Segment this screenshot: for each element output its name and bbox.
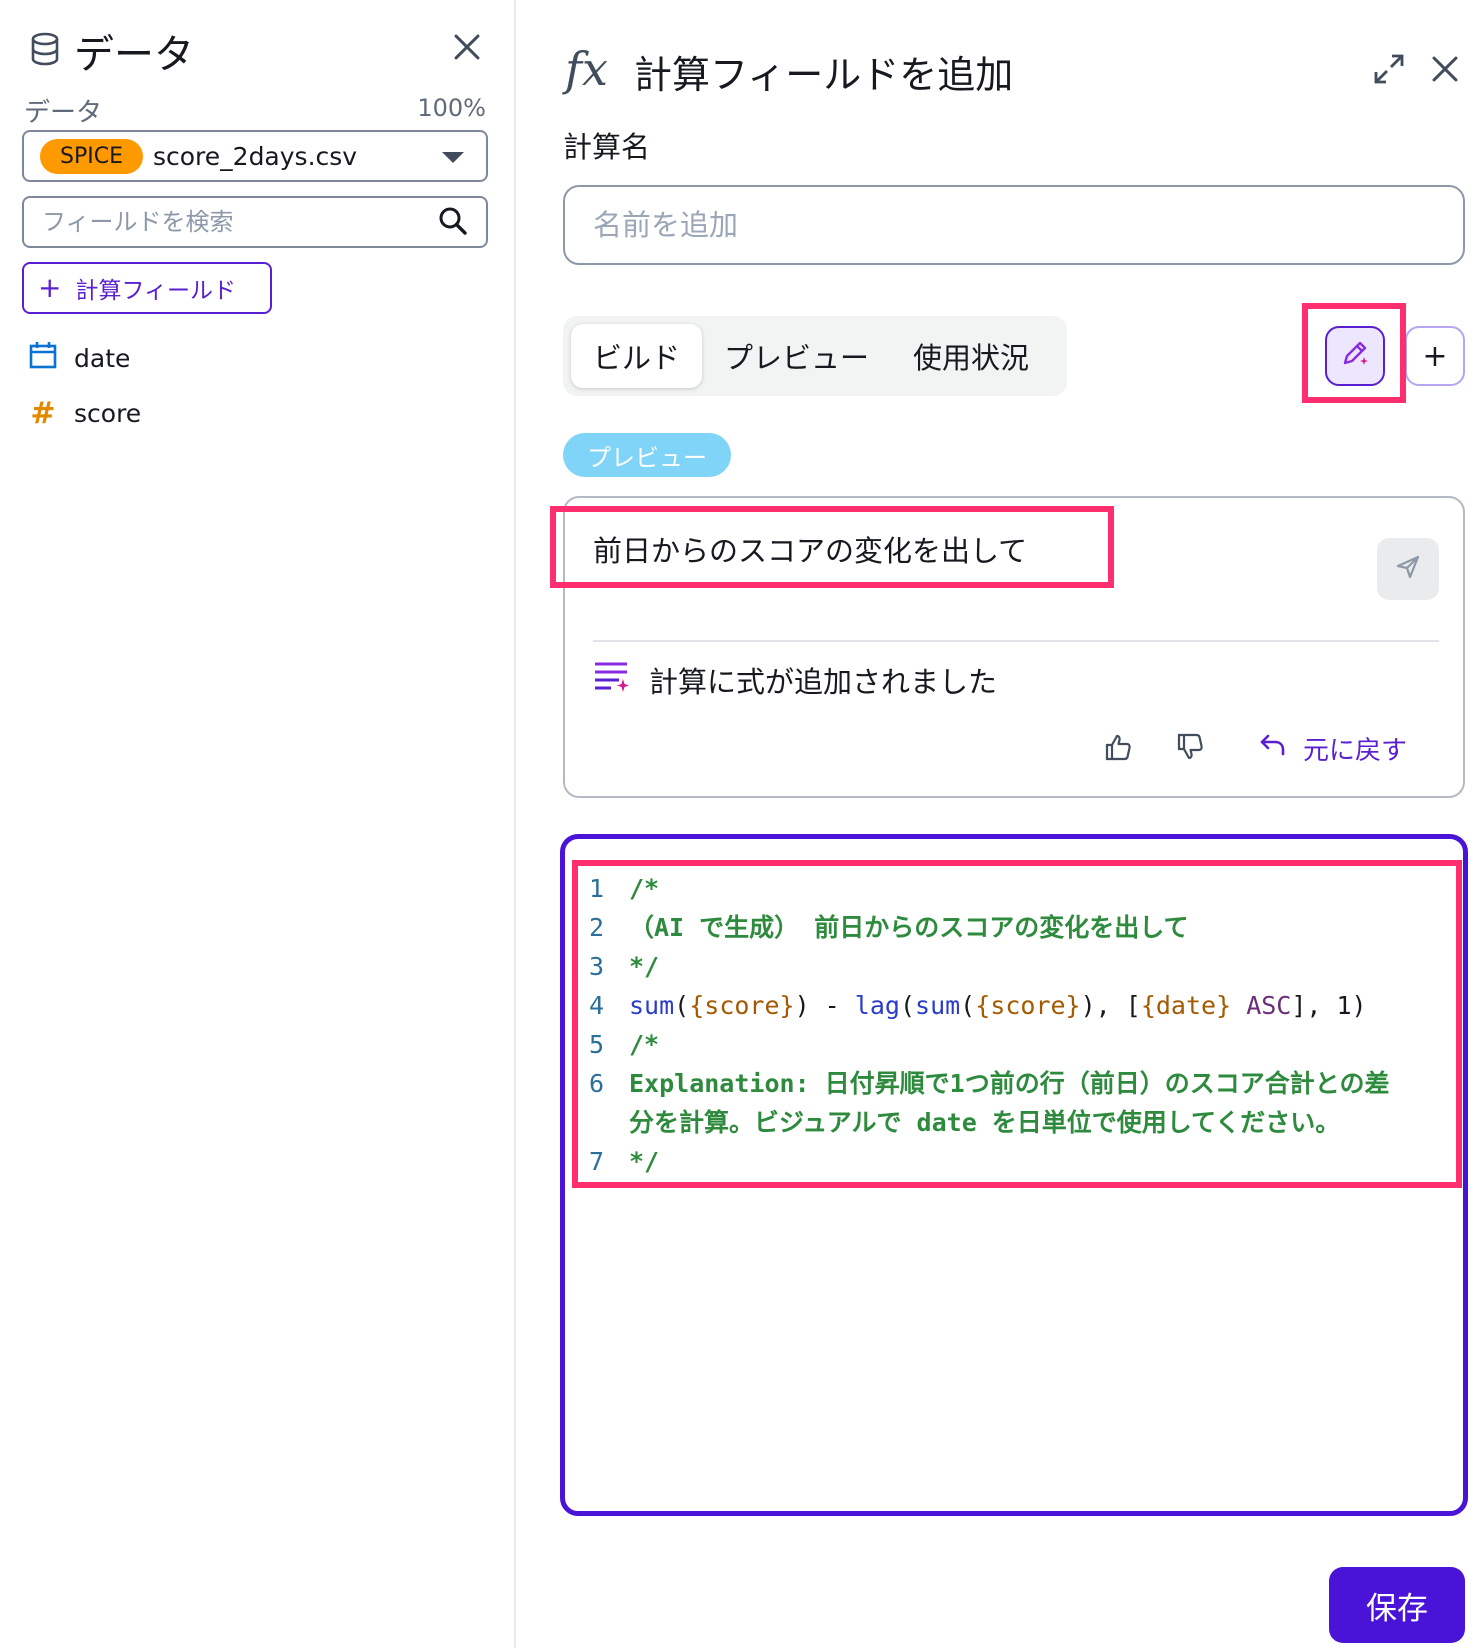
- dataset-name: score_2days.csv: [152, 141, 358, 171]
- undo-button[interactable]: 元に戻す: [1259, 730, 1407, 767]
- close-panel-icon[interactable]: [1430, 54, 1460, 84]
- ai-lines-sparkle-icon: [593, 658, 631, 701]
- dataset-percent: 100%: [417, 94, 486, 122]
- highlight-box-ai-button: [1302, 303, 1406, 403]
- save-button[interactable]: 保存: [1329, 1567, 1465, 1643]
- tab-preview[interactable]: プレビュー: [702, 324, 891, 388]
- hash-icon: #: [30, 396, 56, 431]
- search-icon[interactable]: [438, 206, 468, 240]
- field-name: score: [74, 399, 142, 428]
- undo-icon: [1259, 732, 1287, 765]
- plus-icon: +: [38, 271, 62, 304]
- dataset-label: データ: [24, 98, 103, 128]
- field-item-score[interactable]: # score: [28, 396, 141, 431]
- panel-title: 計算フィールドを追加: [634, 53, 1014, 97]
- database-icon: [30, 32, 60, 70]
- add-button[interactable]: +: [1405, 326, 1465, 386]
- expand-icon[interactable]: [1372, 52, 1406, 90]
- dataset-select[interactable]: SPICE score_2days.csv: [22, 130, 488, 182]
- plus-icon: +: [1422, 338, 1448, 374]
- divider: [593, 640, 1439, 642]
- fx-icon: fx: [565, 42, 608, 96]
- caret-down-icon: [442, 152, 464, 163]
- thumbs-up-icon[interactable]: [1103, 732, 1133, 766]
- highlight-box-code: [572, 860, 1462, 1188]
- calculation-name-input[interactable]: [563, 185, 1465, 265]
- thumbs-down-icon[interactable]: [1175, 732, 1205, 766]
- data-panel-title: データ: [74, 32, 194, 78]
- field-item-date[interactable]: date: [28, 340, 130, 376]
- field-name: date: [74, 343, 131, 373]
- tab-usage[interactable]: 使用状況: [891, 324, 1051, 388]
- close-data-panel-icon[interactable]: [452, 32, 482, 62]
- data-panel-header: データ: [30, 22, 194, 80]
- add-calculated-field-label: 計算フィールド: [75, 278, 237, 304]
- calendar-icon: [28, 340, 58, 376]
- send-icon: [1394, 553, 1422, 585]
- status-text: 計算に式が追加されました: [649, 664, 998, 699]
- preview-badge: プレビュー: [563, 433, 731, 477]
- calculation-name-label: 計算名: [563, 130, 651, 164]
- tab-build[interactable]: ビルド: [571, 324, 703, 388]
- mode-tabs: ビルド プレビュー 使用状況: [563, 316, 1067, 396]
- data-panel: データ データ 100% SPICE score_2days.csv + 計算フ…: [0, 0, 516, 1648]
- undo-label: 元に戻す: [1303, 736, 1408, 766]
- send-button[interactable]: [1377, 538, 1439, 600]
- add-calculated-field-button[interactable]: + 計算フィールド: [22, 262, 272, 314]
- highlight-box-prompt: [550, 506, 1114, 588]
- status-message: 計算に式が追加されました: [593, 658, 997, 701]
- spice-badge: SPICE: [40, 138, 143, 174]
- field-search-input[interactable]: [22, 196, 488, 248]
